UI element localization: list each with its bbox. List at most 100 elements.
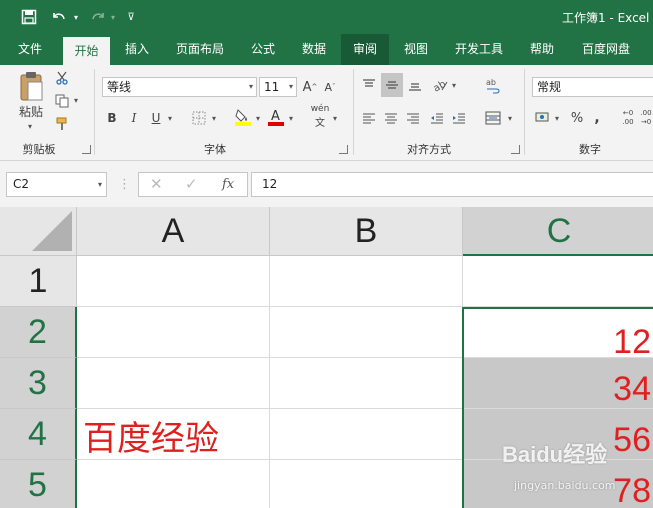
cell-a4[interactable]: 百度经验 [77,409,270,460]
tab-formulas[interactable]: 公式 [241,34,285,65]
undo-icon[interactable] [48,0,70,34]
align-left-icon[interactable] [360,108,378,128]
title-bar: ▾ ▾ ⊽ 工作簿1 - Excel [0,0,653,34]
paste-dropdown-icon[interactable]: ▾ [28,122,32,131]
cell-c3[interactable]: 34 [463,358,653,409]
tab-file[interactable]: 文件 [8,34,52,65]
cell-b3[interactable] [270,358,463,409]
paste-button[interactable]: 粘贴 [12,103,50,119]
tab-data[interactable]: 数据 [292,34,336,65]
column-header-a[interactable]: A [77,207,270,256]
enter-icon[interactable]: ✓ [185,172,198,197]
cell-a5[interactable] [77,460,270,508]
align-right-icon[interactable] [404,108,422,128]
select-all-button[interactable] [0,207,77,256]
borders-dropdown-icon[interactable]: ▾ [212,114,216,123]
phonetic-label: wén [310,103,330,114]
formula-input[interactable]: 12 [251,172,653,197]
paste-icon[interactable] [12,69,50,103]
redo-icon[interactable] [87,0,109,34]
formula-bar: C2 ▾ ⋮ ✕ ✓ fx 12 [0,161,653,207]
increase-font-size-icon[interactable]: A ^ [302,77,318,97]
tab-review[interactable]: 审阅 [341,34,389,65]
increase-decimal-icon[interactable]: ←0.00 [620,107,636,129]
cell-a2[interactable] [77,307,270,358]
orientation-icon[interactable]: ab [430,75,450,95]
row-header-1[interactable]: 1 [0,256,77,307]
tab-view[interactable]: 视图 [394,34,438,65]
increase-indent-icon[interactable] [450,108,468,128]
copy-dropdown-icon[interactable]: ▾ [74,96,78,105]
phonetic-guide-icon[interactable]: wén 文 [310,103,330,129]
tab-baidu-netdisk[interactable]: 百度网盘 [572,34,640,65]
underline-button[interactable]: U [148,108,164,128]
font-launcher-icon[interactable] [339,145,348,154]
top-align-icon[interactable] [360,75,378,95]
font-size-select[interactable]: 11 ▾ [259,77,297,97]
clipboard-launcher-icon[interactable] [82,145,91,154]
cut-icon[interactable] [53,69,71,87]
font-color-icon[interactable]: A [266,106,286,128]
row-header-2[interactable]: 2 [0,307,77,358]
tab-home[interactable]: 开始 [63,37,110,65]
row-header-5[interactable]: 5 [0,460,77,508]
align-center-icon[interactable] [382,108,400,128]
tab-insert[interactable]: 插入 [115,34,159,65]
alignment-launcher-icon[interactable] [511,145,520,154]
cell-b4[interactable] [270,409,463,460]
cancel-icon[interactable]: ✕ [150,172,163,197]
decrease-indent-icon[interactable] [428,108,446,128]
row-header-3[interactable]: 3 [0,358,77,409]
copy-icon[interactable] [53,92,71,110]
cell-a1[interactable] [77,256,270,307]
middle-align-icon[interactable] [381,73,403,97]
decrease-decimal-icon[interactable]: .00 →0 [638,107,653,129]
undo-dropdown-icon[interactable]: ▾ [71,0,81,34]
column-header-c[interactable]: C [463,207,653,256]
group-label-font: 字体 [204,143,226,156]
format-painter-icon[interactable] [53,115,71,133]
wrap-text-icon[interactable]: ab [484,75,502,97]
fill-color-dropdown-icon[interactable]: ▾ [256,114,260,123]
accounting-dropdown-icon[interactable]: ▾ [555,114,559,123]
cell-b2[interactable] [270,307,463,358]
tab-page-layout[interactable]: 页面布局 [167,34,233,65]
number-format-select[interactable]: 常规 [532,77,653,97]
merge-center-icon[interactable] [482,108,504,128]
underline-dropdown-icon[interactable]: ▾ [168,114,172,123]
bottom-align-icon[interactable] [406,75,424,95]
insert-function-button[interactable]: fx [222,172,234,197]
customize-qat-icon[interactable]: ⊽ [124,0,138,34]
ribbon-tabs: 文件 开始 插入 页面布局 公式 数据 审阅 视图 开发工具 帮助 百度网盘 [0,34,653,65]
font-color-dropdown-icon[interactable]: ▾ [289,114,293,123]
merge-dropdown-icon[interactable]: ▾ [508,114,512,123]
phonetic-dropdown-icon[interactable]: ▾ [333,114,337,123]
name-box[interactable]: C2 ▾ [6,172,107,197]
decrease-font-size-icon[interactable]: Aˇ [322,77,338,97]
chevron-down-icon: ▾ [248,82,253,91]
orientation-dropdown-icon[interactable]: ▾ [452,81,456,90]
bold-button[interactable]: B [104,108,120,128]
font-name-select[interactable]: 等线 ▾ [102,77,257,97]
column-header-b[interactable]: B [270,207,463,256]
row-header-4[interactable]: 4 [0,409,77,460]
redo-dropdown-icon[interactable]: ▾ [108,0,118,34]
name-box-value: C2 [13,177,30,191]
accounting-format-icon[interactable] [534,108,552,128]
window-title: 工作簿1 - Excel [562,11,650,25]
baidu-watermark: Baidu经验 jingyan.baidu.com [500,437,650,497]
comma-style-icon[interactable]: , [590,108,604,128]
cell-c2[interactable]: 12 [463,307,653,361]
cell-b5[interactable] [270,460,463,508]
percent-style-icon[interactable]: % [568,108,586,128]
tab-developer[interactable]: 开发工具 [446,34,512,65]
cell-a3[interactable] [77,358,270,409]
tab-help[interactable]: 帮助 [520,34,564,65]
save-icon[interactable] [18,0,40,34]
cell-b1[interactable] [270,256,463,307]
watermark-url: jingyan.baidu.com [514,479,616,492]
italic-button[interactable]: I [126,108,142,128]
cell-c1[interactable] [463,256,653,307]
borders-icon[interactable] [190,108,208,128]
fill-color-icon[interactable] [233,106,253,128]
